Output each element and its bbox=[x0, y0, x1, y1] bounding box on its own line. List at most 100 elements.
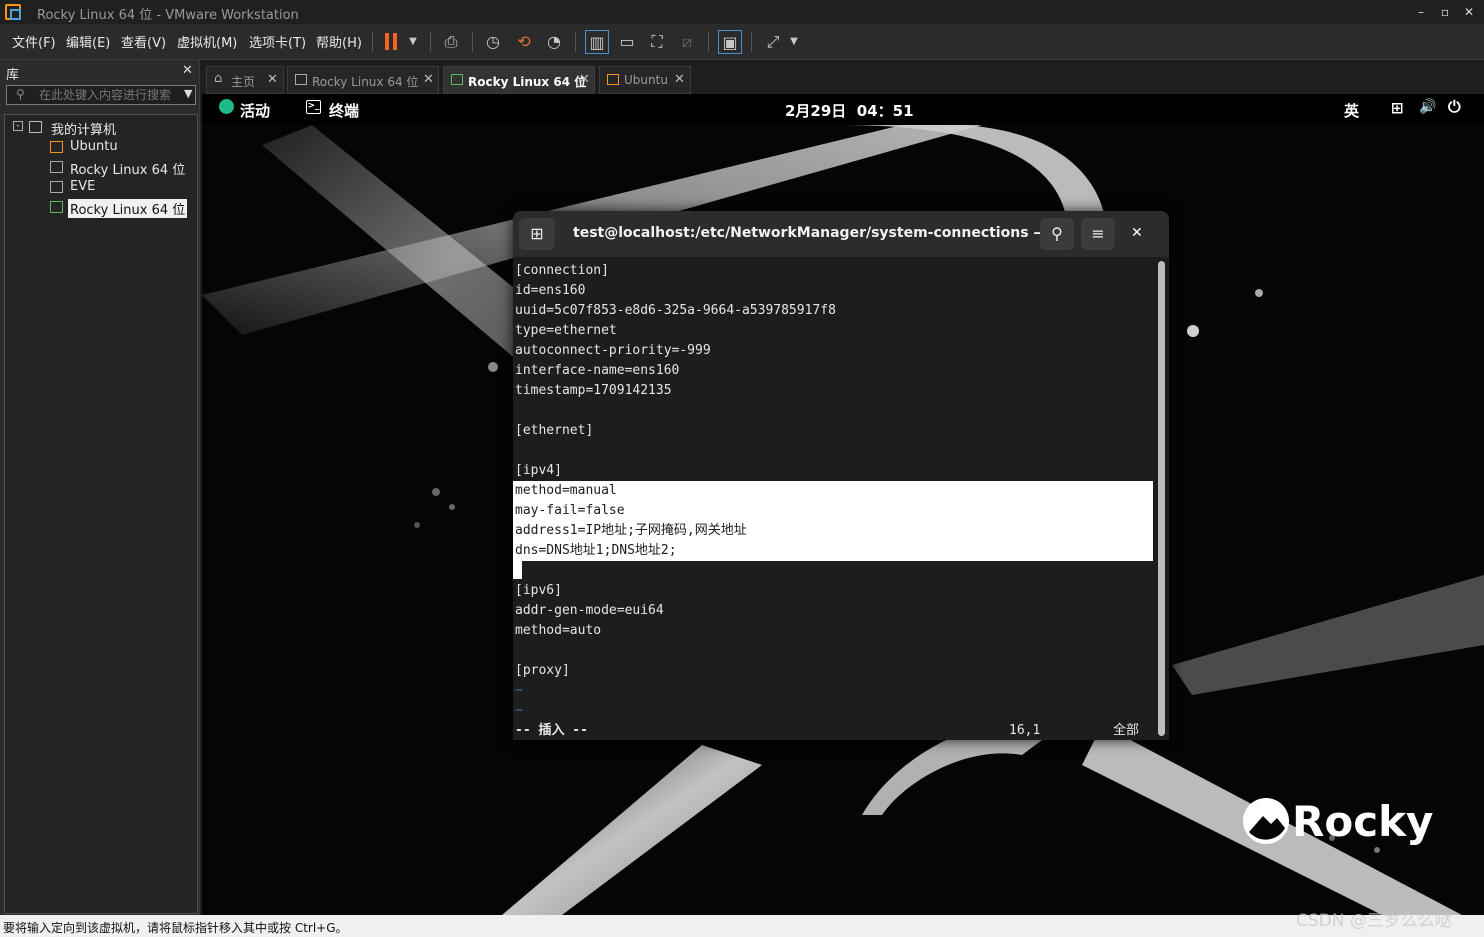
window-title-bar: Rocky Linux 64 位 - VMware Workstation – … bbox=[0, 0, 1484, 24]
pause-icon[interactable] bbox=[385, 33, 389, 50]
menu-tabs[interactable]: 选项卡(T) bbox=[249, 32, 306, 51]
window-title: Rocky Linux 64 位 - VMware Workstation bbox=[37, 8, 299, 23]
close-icon[interactable]: ✕ bbox=[674, 72, 685, 87]
rocky-activities-icon[interactable] bbox=[219, 99, 234, 114]
menu-toolbar: 文件(F) 编辑(E) 查看(V) 虚拟机(M) 选项卡(T) 帮助(H) ▼ … bbox=[0, 24, 1484, 60]
terminal-line-selected: method=manual bbox=[513, 481, 1153, 501]
toolbar-separator bbox=[430, 32, 431, 52]
snapshot-icon[interactable]: ◷ bbox=[481, 30, 505, 54]
tree-item-ubuntu[interactable]: Ubuntu bbox=[70, 139, 118, 154]
terminal-line: timestamp=1709142135 bbox=[515, 383, 672, 398]
tab-rocky-active[interactable]: Rocky Linux 64 位 ✕ bbox=[443, 66, 595, 94]
terminal-line: [connection] bbox=[515, 263, 609, 278]
toolbar-separator bbox=[708, 32, 709, 52]
menu-vm[interactable]: 虚拟机(M) bbox=[177, 32, 237, 51]
terminal-line: id=ens160 bbox=[515, 283, 586, 298]
vim-cursor-position: 16,1 bbox=[1009, 723, 1041, 738]
hamburger-menu-icon[interactable]: ≡ bbox=[1081, 218, 1115, 250]
library-search-input[interactable]: 在此处键入内容进行搜索 bbox=[6, 85, 196, 105]
vm-display[interactable]: 活动 >_ 终端 2月29日 04：51 英 ⊞ 🔊 ⏻ ⊞ test@loca… bbox=[202, 94, 1484, 915]
library-close-button[interactable]: ✕ bbox=[182, 63, 193, 78]
new-tab-icon[interactable]: ⊞ bbox=[519, 218, 555, 250]
clock[interactable]: 2月29日 04：51 bbox=[785, 100, 914, 121]
revert-snapshot-icon[interactable]: ⟲ bbox=[512, 30, 536, 54]
tree-root-my-computer[interactable]: 我的计算机 bbox=[51, 119, 116, 138]
rocky-logo-icon bbox=[1243, 798, 1289, 844]
app-menu-terminal[interactable]: 终端 bbox=[329, 100, 359, 121]
full-screen-icon[interactable]: ⛶ bbox=[645, 30, 669, 54]
search-icon[interactable]: ⚲ bbox=[1040, 218, 1074, 250]
status-message: 要将输入定向到该虚拟机，请将鼠标指针移入其中或按 Ctrl+G。 bbox=[3, 921, 348, 935]
network-icon[interactable]: ⊞ bbox=[1391, 99, 1404, 117]
terminal-line: method=auto bbox=[515, 623, 602, 638]
tab-home[interactable]: ⌂ 主页 ✕ bbox=[206, 66, 284, 94]
chevron-down-icon[interactable]: ▼ bbox=[782, 30, 806, 54]
console-view-icon[interactable]: ▣ bbox=[718, 30, 742, 54]
search-icon: ⚲ bbox=[16, 87, 25, 101]
chevron-down-icon[interactable]: ▼ bbox=[401, 30, 425, 54]
gnome-top-bar: 活动 >_ 终端 2月29日 04：51 英 ⊞ 🔊 ⏻ bbox=[202, 94, 1484, 125]
send-keys-icon[interactable]: ⎙ bbox=[439, 30, 463, 54]
terminal-window[interactable]: ⊞ test@localhost:/etc/NetworkManager/sys… bbox=[513, 211, 1169, 740]
menu-edit[interactable]: 编辑(E) bbox=[66, 32, 110, 51]
close-icon[interactable]: ✕ bbox=[1131, 225, 1143, 241]
tab-label: 主页 bbox=[231, 75, 256, 89]
menu-view[interactable]: 查看(V) bbox=[121, 32, 166, 51]
collapse-toggle[interactable]: - bbox=[13, 121, 23, 131]
snapshot-manager-icon[interactable]: ◔ bbox=[542, 30, 566, 54]
vmware-logo-icon bbox=[5, 4, 21, 20]
vm-running-icon bbox=[50, 201, 63, 213]
terminal-scrollbar[interactable] bbox=[1158, 261, 1165, 736]
vm-icon bbox=[295, 74, 307, 85]
terminal-line: [proxy] bbox=[515, 663, 570, 678]
vm-running-icon bbox=[50, 141, 63, 153]
tree-item-rocky[interactable]: Rocky Linux 64 位 bbox=[70, 159, 185, 178]
rocky-brand-text: Rocky bbox=[1292, 797, 1434, 846]
watermark: CSDN @三岁么么哒 bbox=[1296, 911, 1452, 931]
terminal-line: addr-gen-mode=eui64 bbox=[515, 603, 664, 618]
terminal-line: [ipv6] bbox=[515, 583, 562, 598]
close-icon[interactable]: ✕ bbox=[267, 72, 278, 87]
status-bar: 要将输入定向到该虚拟机，请将鼠标指针移入其中或按 Ctrl+G。 bbox=[0, 915, 1484, 937]
thumbnail-bar-icon[interactable]: ▭ bbox=[615, 30, 639, 54]
library-panel: 库 ✕ 在此处键入内容进行搜索 ⚲ ▼ - 我的计算机 Ubuntu Rocky… bbox=[0, 60, 200, 915]
terminal-line: interface-name=ens160 bbox=[515, 363, 680, 378]
menu-help[interactable]: 帮助(H) bbox=[316, 32, 362, 51]
terminal-line: [ethernet] bbox=[515, 423, 594, 438]
toolbar-separator bbox=[751, 32, 752, 52]
tab-label: Ubuntu bbox=[624, 73, 668, 87]
close-icon[interactable]: ✕ bbox=[579, 72, 590, 87]
terminal-header: ⊞ test@localhost:/etc/NetworkManager/sys… bbox=[513, 211, 1169, 257]
vm-icon bbox=[50, 181, 63, 193]
minimize-button[interactable]: – bbox=[1410, 3, 1432, 21]
computer-icon bbox=[29, 121, 42, 133]
close-window-button[interactable]: ✕ bbox=[1458, 3, 1480, 21]
tree-item-eve[interactable]: EVE bbox=[70, 179, 95, 194]
power-icon[interactable]: ⏻ bbox=[1448, 97, 1461, 117]
input-method-indicator[interactable]: 英 bbox=[1344, 100, 1359, 121]
pause-icon[interactable] bbox=[393, 33, 397, 50]
terminal-line: [ipv4] bbox=[515, 463, 562, 478]
show-library-icon[interactable]: ▥ bbox=[585, 30, 609, 54]
toolbar-separator bbox=[575, 32, 576, 52]
maximize-button[interactable]: ▫ bbox=[1434, 3, 1456, 21]
volume-icon[interactable]: 🔊 bbox=[1419, 99, 1436, 115]
terminal-content[interactable]: [connection] id=ens160 uuid=5c07f853-e8d… bbox=[513, 257, 1156, 740]
terminal-line-selected: dns=DNS地址1;DNS地址2; bbox=[513, 541, 1153, 561]
terminal-line-selected: may-fail=false bbox=[513, 501, 1153, 521]
activities-button[interactable]: 活动 bbox=[240, 100, 270, 121]
chevron-down-icon[interactable]: ▼ bbox=[184, 87, 192, 100]
terminal-app-icon: >_ bbox=[306, 100, 321, 114]
vim-scroll-indicator: 全部 bbox=[1113, 723, 1140, 738]
tab-rocky[interactable]: Rocky Linux 64 位 ✕ bbox=[287, 66, 439, 94]
tree-item-rocky-selected[interactable]: Rocky Linux 64 位 bbox=[68, 199, 188, 218]
menu-file[interactable]: 文件(F) bbox=[12, 32, 56, 51]
toolbar-separator bbox=[372, 32, 373, 52]
terminal-line-tilde: ~ bbox=[515, 703, 523, 718]
tab-label: Rocky Linux 64 位 bbox=[312, 75, 419, 89]
tab-ubuntu[interactable]: Ubuntu ✕ bbox=[599, 66, 691, 94]
unity-icon[interactable]: ⧄ bbox=[675, 30, 699, 54]
vm-running-icon bbox=[451, 74, 463, 85]
close-icon[interactable]: ✕ bbox=[423, 72, 434, 87]
terminal-line: type=ethernet bbox=[515, 323, 617, 338]
